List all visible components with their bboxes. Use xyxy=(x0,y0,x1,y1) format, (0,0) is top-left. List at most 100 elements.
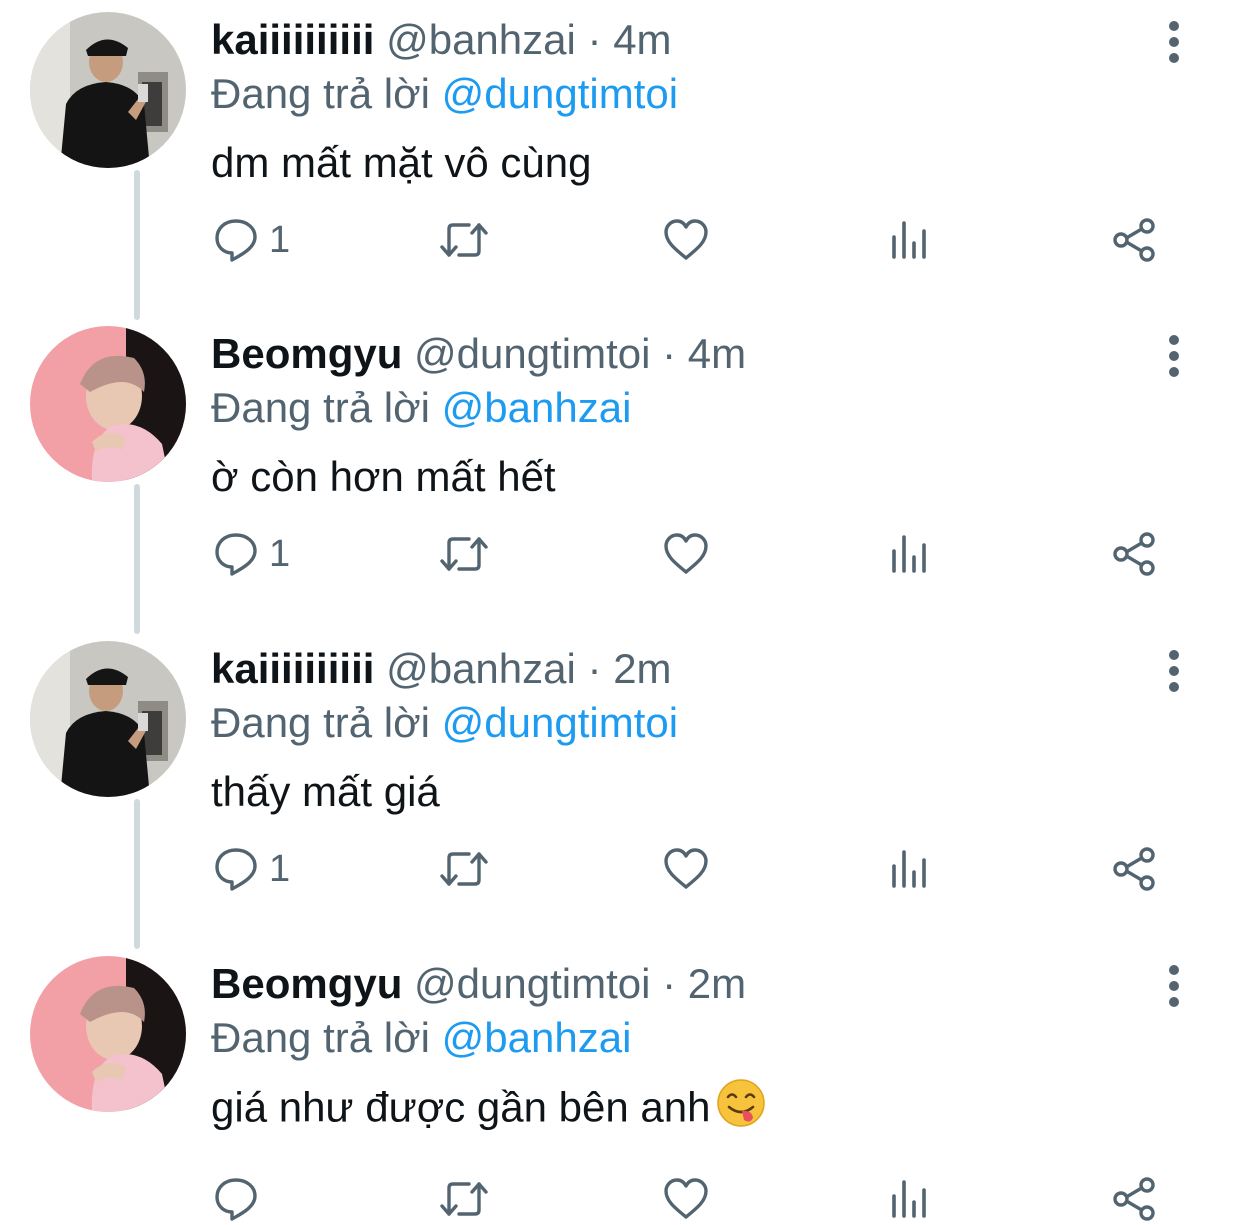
separator-dot: · xyxy=(587,16,602,63)
avatar-column xyxy=(30,326,186,634)
tweet[interactable]: kaiiiiiiiiii @banhzai · 4m Đang trả lời … xyxy=(0,0,1234,320)
tweet-text: ờ còn hơn mất hết xyxy=(211,453,556,500)
avatar-column xyxy=(30,956,186,1112)
heart-icon xyxy=(664,848,708,889)
user-handle[interactable]: @dungtimtoi xyxy=(414,330,650,377)
timestamp[interactable]: 2m xyxy=(613,645,671,692)
display-name[interactable]: Beomgyu xyxy=(211,330,402,377)
reply-button[interactable]: 1 xyxy=(213,215,290,265)
user-handle[interactable]: @dungtimtoi xyxy=(414,960,650,1007)
tweet[interactable]: kaiiiiiiiiii @banhzai · 2m Đang trả lời … xyxy=(0,629,1234,949)
mention-link[interactable]: @banhzai xyxy=(442,1014,632,1061)
analytics-icon xyxy=(892,1180,926,1218)
replying-to: Đang trả lời @dungtimtoi xyxy=(211,695,1194,751)
retweet-icon xyxy=(440,537,488,571)
replying-to-label: Đang trả lời xyxy=(211,384,430,431)
tweet-header: Beomgyu @dungtimtoi · 4m xyxy=(211,328,1194,380)
tweet-content: kaiiiiiiiiii @banhzai · 4m Đang trả lời … xyxy=(211,14,1194,192)
retweet-button[interactable] xyxy=(439,215,489,265)
retweet-icon xyxy=(440,852,488,886)
analytics-button[interactable] xyxy=(889,529,931,579)
avatar[interactable] xyxy=(30,641,186,797)
reply-count: 1 xyxy=(269,532,291,575)
thread-line xyxy=(134,484,140,634)
tweet-header: kaiiiiiiiiii @banhzai · 2m xyxy=(211,643,1194,695)
analytics-icon xyxy=(892,535,926,573)
tweet-text: giá như được gần bên anh xyxy=(211,1078,1194,1143)
more-options-button[interactable] xyxy=(1160,334,1188,378)
retweet-button[interactable] xyxy=(439,529,489,579)
like-button[interactable] xyxy=(663,1174,709,1224)
avatar-column xyxy=(30,12,186,320)
mention-link[interactable]: @banhzai xyxy=(442,384,632,431)
more-options-button[interactable] xyxy=(1160,20,1188,64)
share-icon xyxy=(1113,847,1155,891)
mention-link[interactable]: @dungtimtoi xyxy=(442,70,678,117)
more-vertical-icon xyxy=(1169,965,1179,1007)
tweet-content: Beomgyu @dungtimtoi · 4m Đang trả lời @b… xyxy=(211,328,1194,506)
separator-dot: · xyxy=(662,960,677,1007)
more-options-button[interactable] xyxy=(1160,649,1188,693)
replying-to: Đang trả lời @banhzai xyxy=(211,380,1194,436)
like-button[interactable] xyxy=(663,215,709,265)
analytics-button[interactable] xyxy=(889,1174,931,1224)
heart-icon xyxy=(664,1178,708,1219)
thread-line xyxy=(134,170,140,320)
more-vertical-icon xyxy=(1169,21,1179,63)
reply-button[interactable]: 1 xyxy=(213,529,290,579)
reply-icon xyxy=(215,533,257,576)
retweet-button[interactable] xyxy=(439,844,489,894)
timestamp[interactable]: 4m xyxy=(688,330,746,377)
reply-button[interactable]: 1 xyxy=(213,844,290,894)
tweet-header: Beomgyu @dungtimtoi · 2m xyxy=(211,958,1194,1010)
analytics-icon xyxy=(892,221,926,259)
tweet-actions xyxy=(211,1174,1171,1224)
separator-dot: · xyxy=(587,645,602,692)
tweet-actions: 1 xyxy=(211,215,1171,265)
mention-link[interactable]: @dungtimtoi xyxy=(442,699,678,746)
avatar[interactable] xyxy=(30,326,186,482)
reply-icon xyxy=(215,219,257,262)
display-name[interactable]: Beomgyu xyxy=(211,960,402,1007)
share-button[interactable] xyxy=(1111,215,1157,265)
replying-to-label: Đang trả lời xyxy=(211,70,430,117)
retweet-icon xyxy=(440,1182,488,1216)
tweet[interactable]: Beomgyu @dungtimtoi · 4m Đang trả lời @b… xyxy=(0,314,1234,634)
share-button[interactable] xyxy=(1111,529,1157,579)
timestamp[interactable]: 4m xyxy=(613,16,671,63)
share-icon xyxy=(1113,532,1155,576)
tweet-content: kaiiiiiiiiii @banhzai · 2m Đang trả lời … xyxy=(211,643,1194,821)
tweet[interactable]: Beomgyu @dungtimtoi · 2m Đang trả lời @b… xyxy=(0,944,1234,1225)
replying-to: Đang trả lời @banhzai xyxy=(211,1010,1194,1066)
separator-dot: · xyxy=(662,330,677,377)
avatar-column xyxy=(30,641,186,949)
face-savoring-food-emoji xyxy=(716,1078,766,1143)
avatar[interactable] xyxy=(30,12,186,168)
more-vertical-icon xyxy=(1169,650,1179,692)
avatar[interactable] xyxy=(30,956,186,1112)
more-options-button[interactable] xyxy=(1160,964,1188,1008)
tweet-text-content: giá như được gần bên anh xyxy=(211,1083,711,1131)
reply-count: 1 xyxy=(269,847,291,890)
analytics-button[interactable] xyxy=(889,844,931,894)
replying-to-label: Đang trả lời xyxy=(211,699,430,746)
display-name[interactable]: kaiiiiiiiiii xyxy=(211,645,374,692)
tweet-text: dm mất mặt vô cùng xyxy=(211,139,592,186)
analytics-button[interactable] xyxy=(889,215,931,265)
like-button[interactable] xyxy=(663,529,709,579)
display-name[interactable]: kaiiiiiiiiii xyxy=(211,16,374,63)
reply-button[interactable] xyxy=(213,1174,269,1224)
reply-count: 1 xyxy=(269,218,291,261)
thread-line xyxy=(134,799,140,949)
replying-to: Đang trả lời @dungtimtoi xyxy=(211,66,1194,122)
user-handle[interactable]: @banhzai xyxy=(386,645,576,692)
retweet-button[interactable] xyxy=(439,1174,489,1224)
replying-to-label: Đang trả lời xyxy=(211,1014,430,1061)
share-button[interactable] xyxy=(1111,844,1157,894)
like-button[interactable] xyxy=(663,844,709,894)
timestamp[interactable]: 2m xyxy=(688,960,746,1007)
analytics-icon xyxy=(892,850,926,888)
tweet-header: kaiiiiiiiiii @banhzai · 4m xyxy=(211,14,1194,66)
user-handle[interactable]: @banhzai xyxy=(386,16,576,63)
share-button[interactable] xyxy=(1111,1174,1157,1224)
